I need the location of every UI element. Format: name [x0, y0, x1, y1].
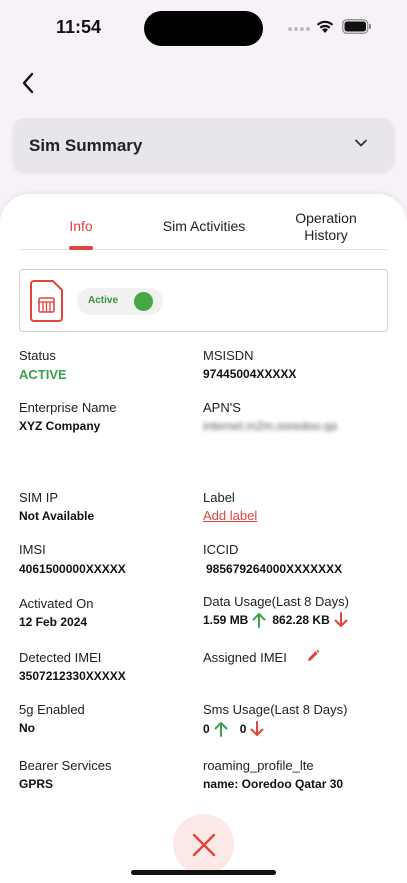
msisdn-label: MSISDN — [203, 348, 254, 363]
data-usage-up-value: 1.59 MB — [203, 613, 249, 627]
detected-imei-value: 3507212330XXXXX — [19, 669, 126, 683]
arrow-up-icon — [214, 722, 228, 737]
data-usage-down-value: 862.28 KB — [272, 613, 330, 627]
status-bar: 11:54 — [0, 0, 407, 56]
status-time: 11:54 — [56, 17, 102, 37]
detected-imei-label: Detected IMEI — [19, 650, 102, 665]
sim-ip-label: SIM IP — [19, 490, 59, 505]
close-button[interactable] — [173, 814, 234, 875]
home-indicator — [131, 870, 276, 875]
imsi-label: IMSI — [19, 542, 46, 557]
status-value: ACTIVE — [19, 367, 67, 382]
sms-usage-down-value: 0 — [239, 722, 247, 736]
tab-bar: Info Sim Activities Operation History — [19, 209, 387, 250]
signal-dots-icon — [288, 27, 312, 33]
battery-icon — [342, 19, 371, 34]
data-usage-values: 1.59 MB 862.28 KB — [203, 612, 354, 628]
chevron-down-icon — [355, 139, 367, 147]
roaming-profile-label: roaming_profile_lte — [203, 758, 314, 773]
5g-enabled-value: No — [19, 721, 35, 735]
sim-card-icon — [30, 280, 63, 322]
imsi-value: 4061500000XXXXX — [19, 562, 126, 576]
data-usage-label: Data Usage(Last 8 Days) — [203, 594, 349, 609]
pencil-icon[interactable] — [306, 649, 320, 663]
sim-summary-title: Sim Summary — [29, 136, 143, 155]
apn-value: internet.m2m.ooredoo.qa — [203, 419, 338, 433]
enterprise-name-label: Enterprise Name — [19, 400, 117, 415]
enterprise-name-value: XYZ Company — [19, 419, 101, 433]
tab-info-indicator — [69, 246, 93, 250]
label-label: Label — [203, 490, 235, 505]
toggle-label: Active — [88, 295, 119, 306]
arrow-down-icon — [250, 721, 264, 736]
close-icon — [192, 833, 215, 856]
sms-usage-label: Sms Usage(Last 8 Days) — [203, 702, 348, 717]
back-arrow-icon — [22, 72, 34, 94]
tab-info[interactable]: Info — [56, 218, 106, 234]
msisdn-value: 97445004XXXXX — [203, 367, 297, 381]
toggle-knob — [134, 292, 153, 311]
apn-label: APN'S — [203, 400, 241, 415]
iccid-value: 985679264000XXXXXXX — [206, 562, 343, 576]
assigned-imei-label: Assigned IMEI — [203, 650, 287, 665]
bearer-services-value: GPRS — [19, 777, 54, 791]
sms-usage-up-value: 0 — [203, 722, 210, 736]
5g-enabled-label: 5g Enabled — [19, 702, 85, 717]
status-label: Status — [19, 348, 56, 363]
tab-operation-history[interactable]: Operation History — [281, 210, 371, 244]
dynamic-island — [144, 11, 263, 46]
tab-sim-activities[interactable]: Sim Activities — [149, 218, 259, 234]
iccid-label: ICCID — [203, 542, 239, 557]
wifi-icon — [316, 20, 334, 33]
roaming-profile-value: name: Ooredoo Qatar 30 — [203, 777, 344, 791]
sim-details-sheet: Info Sim Activities Operation History Ac… — [0, 194, 407, 883]
back-button[interactable] — [14, 68, 42, 98]
sim-summary-dropdown[interactable]: Sim Summary — [13, 118, 394, 171]
sim-ip-value: Not Available — [19, 509, 95, 523]
sim-card-panel: Active — [19, 269, 388, 332]
activated-on-label: Activated On — [19, 596, 94, 611]
add-label-link[interactable]: Add label — [203, 508, 257, 523]
sim-status-toggle[interactable]: Active — [77, 288, 163, 315]
bearer-services-label: Bearer Services — [19, 758, 112, 773]
activated-on-value: 12 Feb 2024 — [19, 615, 88, 629]
arrow-down-icon — [334, 612, 348, 627]
sms-usage-values: 0 0 — [203, 721, 270, 737]
arrow-up-icon — [252, 613, 266, 628]
